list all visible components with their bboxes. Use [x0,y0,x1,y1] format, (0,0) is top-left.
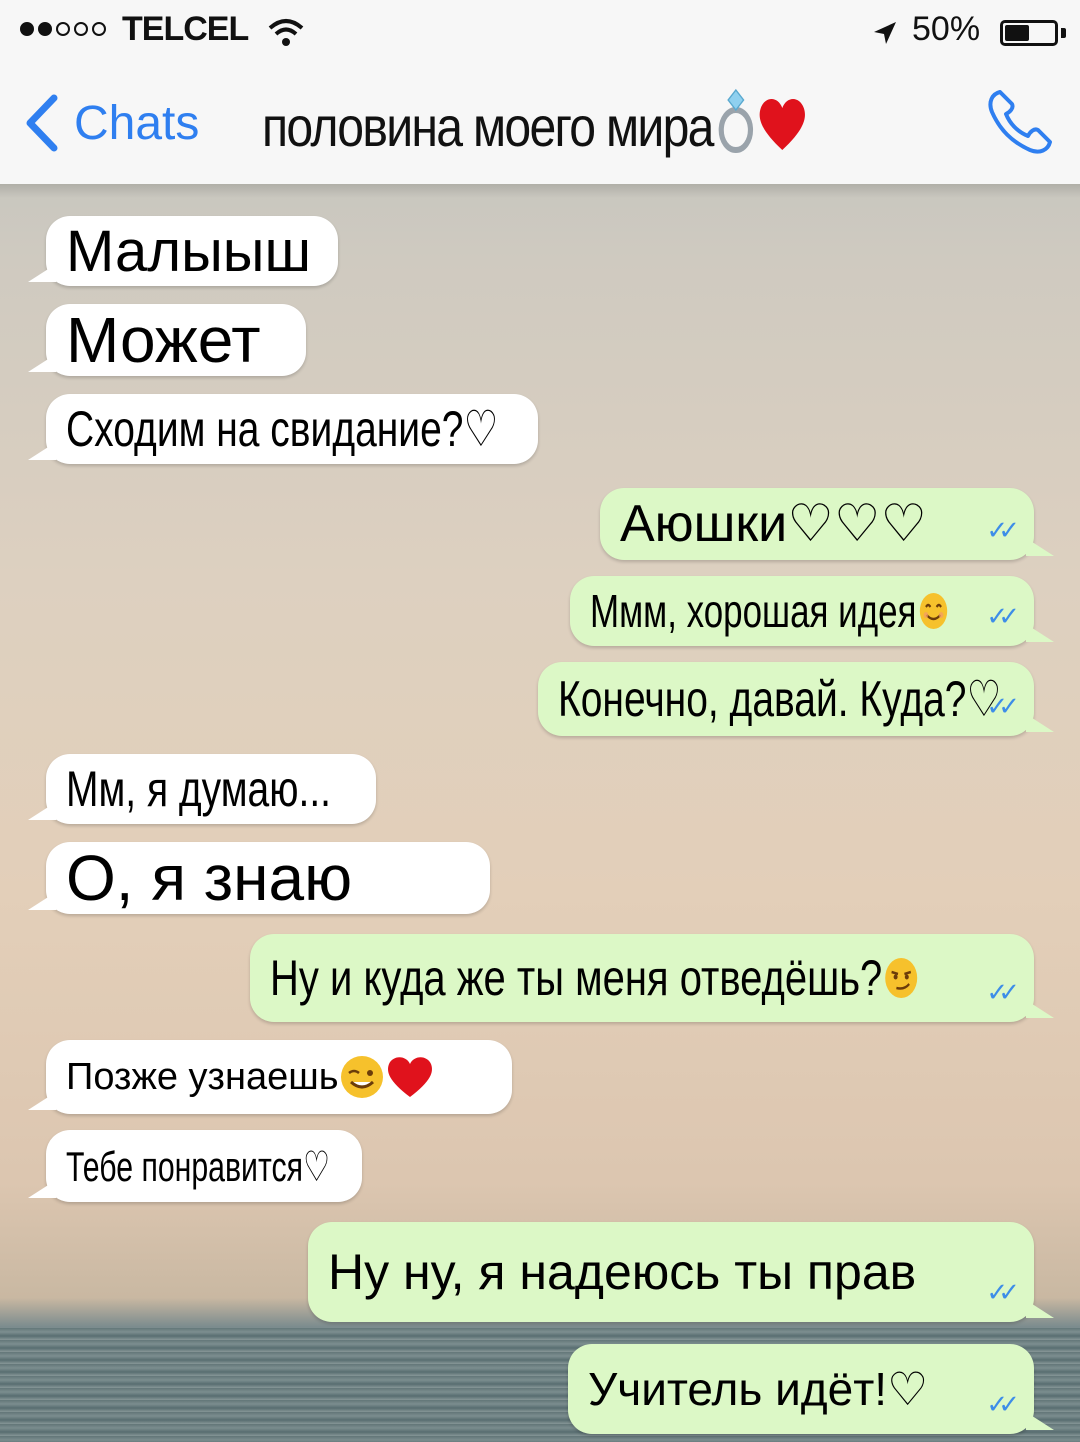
back-to-chats-button[interactable]: Chats [22,92,199,154]
double-check-icon: ✓✓ [986,978,1019,1008]
outgoing-message-bubble[interactable]: Ммм, хорошая идея ✓✓ [570,576,1054,646]
carrier-name: TELCEL [122,10,249,48]
message-text: Ну и куда же ты меня отведёшь? [270,950,883,1006]
smirk-emoji-icon [885,958,918,998]
message-text: Позже узнаешь [66,1055,339,1098]
message-text: Мм, я думаю... [66,761,332,817]
incoming-message-bubble[interactable]: Позже узнаешь [28,1040,512,1114]
incoming-message-bubble[interactable]: Мм, я думаю... [28,754,376,824]
wink-emoji-icon [340,1056,383,1098]
message-text: Может [66,304,261,376]
outgoing-message-bubble[interactable]: Учитель идёт!♡ ✓✓ [568,1344,1054,1434]
incoming-message-bubble[interactable]: О, я знаю [28,842,490,914]
incoming-message-bubble[interactable]: Малыыш [28,216,338,286]
double-check-icon: ✓✓ [986,692,1019,722]
message-text: Тебе понравится♡ [66,1142,331,1190]
incoming-message-bubble[interactable]: Сходим на свидание?♡ [28,394,538,464]
battery-tip [1061,28,1066,38]
location-arrow-icon [874,22,896,44]
outgoing-message-bubble[interactable]: Ну и куда же ты меня отведёшь? ✓✓ [250,934,1054,1022]
message-text: Аюшки♡♡♡ [620,495,928,553]
message-text: О, я знаю [66,842,353,914]
message-text: Ммм, хорошая идея [590,585,917,637]
message-text: Ну ну, я надеюсь ты прав [328,1244,917,1300]
double-check-icon: ✓✓ [986,1278,1019,1308]
contact-name[interactable]: половина моего мира [262,88,807,159]
battery-icon [1000,20,1058,46]
outgoing-message-bubble[interactable]: Ну ну, я надеюсь ты прав ✓✓ [308,1222,1054,1322]
back-chevron-icon [26,94,58,152]
incoming-message-bubble[interactable]: Может [28,304,306,376]
double-check-icon: ✓✓ [986,602,1019,632]
back-label: Chats [74,96,200,150]
signal-strength-icon [20,22,106,36]
message-text: Учитель идёт!♡ [588,1363,929,1415]
message-text: Конечно, давай. Куда?♡ [558,671,1002,727]
message-text: Сходим на свидание?♡ [66,401,499,457]
outgoing-message-bubble[interactable]: Конечно, давай. Куда?♡ ✓✓ [538,662,1054,736]
heart-emoji-icon [759,99,806,150]
header-divider [0,184,1080,198]
wifi-icon [268,19,304,46]
double-check-icon: ✓✓ [986,1390,1019,1420]
contact-name-text: половина моего мира [262,95,714,158]
outgoing-message-bubble[interactable]: Аюшки♡♡♡ ✓✓ [600,488,1054,560]
incoming-message-bubble[interactable]: Тебе понравится♡ [28,1130,362,1202]
smile-emoji-icon [919,593,947,629]
message-text: Малыыш [66,218,311,284]
status-bar: TELCEL 50% [0,0,1080,64]
phone-icon[interactable] [982,84,1058,160]
battery-percentage: 50% [912,10,981,48]
ring-emoji-icon [718,88,754,153]
chat-header: Chats половина моего мира [0,64,1080,184]
double-check-icon: ✓✓ [986,516,1019,546]
heart-emoji-icon [387,1057,432,1097]
